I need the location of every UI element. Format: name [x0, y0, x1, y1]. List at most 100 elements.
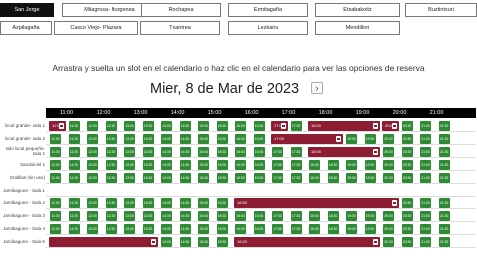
available-slot[interactable]: 20:30	[401, 172, 413, 183]
available-slot[interactable]: 18:30	[327, 211, 339, 222]
available-slot[interactable]: 11:00	[50, 133, 61, 144]
available-slot[interactable]: 12:00	[87, 159, 98, 170]
available-slot[interactable]: 13:00	[124, 133, 135, 144]
location-tab-rochapea[interactable]: Rochapea	[141, 3, 221, 17]
available-slot[interactable]: 12:00	[87, 224, 98, 235]
available-slot[interactable]: 19:30	[364, 211, 376, 222]
available-slot[interactable]: 11:30	[68, 121, 80, 131]
available-slot[interactable]: 16:00	[235, 133, 246, 144]
location-tab-ermitaga-a[interactable]: Ermitagaña	[228, 3, 308, 17]
available-slot[interactable]: 16:30	[253, 172, 265, 183]
available-slot[interactable]: 20:30	[401, 224, 413, 235]
available-slot[interactable]: 14:30	[179, 133, 191, 144]
available-slot[interactable]: 14:00	[161, 121, 172, 131]
available-slot[interactable]: 12:30	[105, 198, 117, 209]
available-slot[interactable]: 13:30	[142, 172, 154, 183]
available-slot[interactable]: 21:00	[420, 159, 431, 170]
available-slot[interactable]: 15:30	[216, 198, 228, 209]
available-slot[interactable]: 13:30	[142, 211, 154, 222]
available-slot[interactable]: 17:30	[290, 172, 302, 183]
available-slot[interactable]: 16:00	[235, 224, 246, 235]
available-slot[interactable]: 13:00	[124, 211, 135, 222]
available-slot[interactable]: 20:00	[383, 159, 394, 170]
available-slot[interactable]: 12:30	[105, 159, 117, 170]
available-slot[interactable]: 14:00	[161, 172, 172, 183]
available-slot[interactable]: 16:00	[235, 121, 246, 131]
available-slot[interactable]: 17:30	[290, 121, 302, 131]
available-slot[interactable]: 17:00	[272, 159, 283, 170]
available-slot[interactable]: 13:30	[142, 159, 154, 170]
available-slot[interactable]: 21:30	[438, 224, 450, 235]
available-slot[interactable]: 11:30	[68, 198, 80, 209]
available-slot[interactable]: 15:30	[216, 224, 228, 235]
available-slot[interactable]: 11:00	[50, 159, 61, 170]
available-slot[interactable]: 15:00	[198, 159, 209, 170]
booked-slot[interactable]: 20:00	[382, 121, 399, 131]
available-slot[interactable]: 12:00	[87, 172, 98, 183]
available-slot[interactable]: 20:00	[383, 133, 394, 144]
available-slot[interactable]: 21:00	[420, 198, 431, 209]
available-slot[interactable]: 21:00	[420, 121, 431, 131]
available-slot[interactable]: 11:30	[68, 211, 80, 222]
location-tab-azpilaga-a[interactable]: Azpilagaña	[0, 21, 52, 35]
available-slot[interactable]: 16:00	[235, 211, 246, 222]
available-slot[interactable]: 13:00	[124, 172, 135, 183]
available-slot[interactable]: 14:00	[161, 133, 172, 144]
available-slot[interactable]: 20:30	[401, 159, 413, 170]
location-tab-lezkairu[interactable]: Lezkairu	[228, 21, 308, 35]
available-slot[interactable]: 16:00	[235, 159, 246, 170]
available-slot[interactable]: 14:30	[179, 198, 191, 209]
booked-slot[interactable]: 16:00	[234, 237, 380, 248]
available-slot[interactable]: 21:00	[420, 237, 431, 248]
available-slot[interactable]: 15:00	[198, 172, 209, 183]
available-slot[interactable]: 20:00	[383, 146, 394, 157]
available-slot[interactable]: 20:00	[383, 224, 394, 235]
available-slot[interactable]: 15:30	[216, 172, 228, 183]
available-slot[interactable]: 21:00	[420, 211, 431, 222]
available-slot[interactable]: 13:30	[142, 198, 154, 209]
available-slot[interactable]: 14:00	[161, 159, 172, 170]
available-slot[interactable]: 11:30	[68, 172, 80, 183]
available-slot[interactable]: 12:30	[105, 146, 117, 157]
available-slot[interactable]: 20:30	[401, 121, 413, 131]
available-slot[interactable]: 12:30	[105, 172, 117, 183]
location-tab-mendillori[interactable]: Mendillori	[315, 21, 400, 35]
available-slot[interactable]: 12:30	[105, 224, 117, 235]
available-slot[interactable]: 14:30	[179, 237, 191, 248]
available-slot[interactable]: 21:30	[438, 198, 450, 209]
available-slot[interactable]: 18:00	[309, 172, 320, 183]
available-slot[interactable]: 20:30	[401, 133, 413, 144]
available-slot[interactable]: 14:00	[161, 237, 172, 248]
booked-slot[interactable]: 17:00	[271, 121, 288, 131]
available-slot[interactable]: 14:00	[161, 146, 172, 157]
available-slot[interactable]: 17:00	[272, 146, 283, 157]
available-slot[interactable]: 19:00	[346, 159, 357, 170]
booked-slot[interactable]	[49, 237, 158, 248]
available-slot[interactable]: 13:00	[124, 224, 135, 235]
available-slot[interactable]: 11:00	[50, 211, 61, 222]
available-slot[interactable]: 12:00	[87, 146, 98, 157]
available-slot[interactable]: 14:30	[179, 172, 191, 183]
available-slot[interactable]: 12:30	[105, 211, 117, 222]
available-slot[interactable]: 19:30	[364, 133, 376, 144]
booked-slot[interactable]: 17:00	[271, 133, 343, 144]
available-slot[interactable]: 17:00	[272, 172, 283, 183]
available-slot[interactable]: 14:30	[179, 146, 191, 157]
available-slot[interactable]: 14:30	[179, 224, 191, 235]
available-slot[interactable]: 19:00	[346, 172, 357, 183]
available-slot[interactable]: 14:00	[161, 224, 172, 235]
available-slot[interactable]: 15:00	[198, 121, 209, 131]
location-tab-casco-viejo-plazara[interactable]: Casco Viejo- Plazara	[54, 21, 138, 35]
available-slot[interactable]: 21:30	[438, 237, 450, 248]
available-slot[interactable]: 15:30	[216, 133, 228, 144]
available-slot[interactable]: 21:30	[438, 211, 450, 222]
available-slot[interactable]: 13:30	[142, 121, 154, 131]
available-slot[interactable]: 18:30	[327, 172, 339, 183]
available-slot[interactable]: 21:30	[438, 121, 450, 131]
available-slot[interactable]: 15:00	[198, 211, 209, 222]
available-slot[interactable]: 18:00	[309, 211, 320, 222]
available-slot[interactable]: 20:30	[401, 146, 413, 157]
available-slot[interactable]: 17:30	[290, 146, 302, 157]
available-slot[interactable]: 19:30	[364, 159, 376, 170]
available-slot[interactable]: 20:30	[401, 198, 413, 209]
